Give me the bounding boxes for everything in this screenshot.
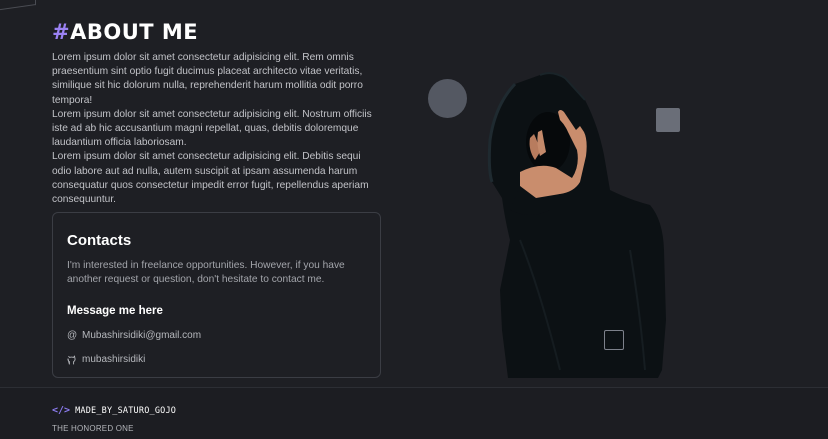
hooded-person-image (487, 72, 666, 379)
title-text: ABOUT ME (70, 20, 199, 44)
at-icon: @ (67, 330, 78, 342)
github-link[interactable]: mubashirsidiki (67, 354, 366, 366)
github-text[interactable]: mubashirsidiki (82, 354, 145, 366)
contacts-description: I'm interested in freelance opportunitie… (67, 260, 345, 286)
footer-brand[interactable]: </> MADE_BY_SATURO_GOJO (52, 405, 176, 416)
about-paragraph-3: Lorem ipsum dolor sit amet consectetur a… (52, 151, 369, 206)
corner-decoration (0, 0, 36, 11)
message-title: Message me here (67, 305, 163, 318)
contacts-title: Contacts (67, 232, 132, 249)
email-link[interactable]: @ Mubashirsidiki@gmail.com (67, 330, 366, 342)
about-paragraph-2: Lorem ipsum dolor sit amet consectetur a… (52, 108, 372, 149)
decor-square-outline (604, 330, 624, 350)
about-section: #ABOUT ME Lorem ipsum dolor sit amet con… (52, 20, 382, 207)
brand-text[interactable]: MADE_BY_SATURO_GOJO (75, 406, 176, 416)
page-title: #ABOUT ME (52, 20, 382, 44)
email-text[interactable]: Mubashirsidiki@gmail.com (82, 330, 201, 342)
code-icon: </> (52, 405, 71, 416)
about-text: Lorem ipsum dolor sit amet consectetur a… (52, 51, 382, 207)
about-paragraph-1: Lorem ipsum dolor sit amet consectetur a… (52, 52, 363, 106)
contacts-card: Contacts I'm interested in freelance opp… (52, 212, 381, 378)
footer: </> MADE_BY_SATURO_GOJO THE HONORED ONE (0, 387, 828, 439)
decor-circle (428, 79, 467, 118)
github-icon (67, 355, 76, 365)
footer-tagline: THE HONORED ONE (52, 424, 134, 433)
title-hash: # (52, 20, 71, 44)
